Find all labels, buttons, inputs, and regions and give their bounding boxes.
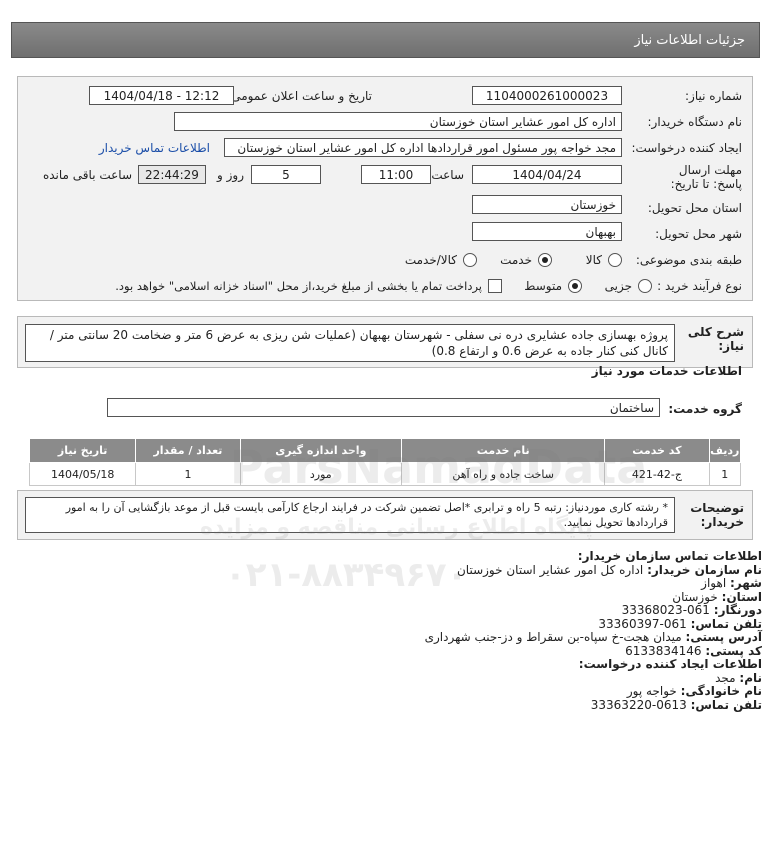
city-label: شهر محل تحویل: [655,227,742,241]
buyer-label: نام دستگاه خریدار: [647,115,743,129]
process-option-medium: متوسط [524,279,562,293]
contact-title: اطلاعات تماس سازمان خریدار: [577,549,762,563]
deadline-time-field: 11:00 [361,165,431,184]
creator-label: ایجاد کننده درخواست: [631,141,742,155]
services-table-header: ردیف کد خدمت نام خدمت واحد اندازه گیری ت… [28,438,742,463]
creator-family-label: نام خانوادگی: [680,684,762,698]
deadline-date-field: 1404/04/24 [472,165,622,184]
cell-date: 1404/05/18 [28,462,137,486]
service-group-field: ساختمان [107,398,660,417]
cell-quantity: 1 [135,462,241,486]
cell-code: ج-42-421 [604,462,710,486]
deadline-label: مهلت ارسال پاسخ: تا تاریخ: [670,163,742,191]
process-radio-medium[interactable] [568,279,582,293]
summary-text: پروژه بهسازی جاده عشایری دره نی سفلی - ش… [25,324,675,362]
buyer-field: اداره کل امور عشایر استان خوزستان [174,112,622,131]
contact-address-value: میدان هجت-خ سپاه-بن سقراط و دز-جنب شهردا… [424,630,682,644]
contact-province-value: خوزستان [672,589,718,604]
contact-city-label: شهر: [730,576,762,590]
col-date: تاریخ نیاز [28,438,137,463]
buyer-notes-label: توضیحات خریدار: [690,501,744,529]
creator-family-value: خواجه پور [626,684,677,698]
category-option-goods: کالا [585,253,602,267]
buyer-contact-info: اطلاعات تماس سازمان خریدار: نام سازمان خ… [12,549,762,712]
process-label: نوع فرآیند خرید : [657,279,742,293]
cell-name: ساخت جاده و راه آهن [401,462,606,486]
contact-org-label: نام سازمان خریدار: [647,562,762,577]
province-field: خوزستان [472,195,622,214]
cell-unit: مورد [239,462,403,486]
need-number-label: شماره نیاز: [685,89,742,103]
buyer-notes-panel: توضیحات خریدار: * رشته کاری موردنیاز: رت… [17,490,753,540]
col-row: ردیف [708,438,742,463]
creator-name-label: نام: [739,670,762,685]
contact-org-value: اداره کل امور عشایر استان خوزستان [456,562,644,577]
category-radio-goods[interactable] [608,253,622,267]
contact-phone-label: تلفن تماس: [690,616,762,631]
col-quantity: تعداد / مقدار [135,438,241,463]
contact-postal-value: 6133834146 [625,643,702,658]
buyer-notes-text: * رشته کاری موردنیاز: رتبه 5 راه و ترابر… [25,497,675,533]
creator-phone-label: تلفن تماس: [690,697,762,712]
category-option-both: کالا/خدمت [404,253,457,267]
creator-phone-value: 0613-33363220 [590,697,687,712]
summary-label: شرح کلی نیاز: [687,325,744,353]
deadline-time-label: ساعت [431,168,464,182]
creator-name-value: مجد [715,670,736,685]
service-group-label: گروه خدمت: [668,402,742,416]
contact-province-label: استان: [721,589,762,604]
page-title: جزئیات اطلاعات نیاز [634,32,745,48]
city-field: بهبهان [472,222,622,241]
table-row: 1 ج-42-421 ساخت جاده و راه آهن مورد 1 14… [28,462,742,486]
contact-city-value: اهواز [701,576,727,590]
need-details-panel: شماره نیاز: 1104000261000023 تاریخ و ساع… [17,76,753,301]
remaining-label: ساعت باقی مانده [42,168,132,182]
need-number-field: 1104000261000023 [472,86,622,105]
treasury-payment-checkbox[interactable] [488,279,502,293]
process-radio-minor[interactable] [638,279,652,293]
need-summary-panel: شرح کلی نیاز: پروژه بهسازی جاده عشایری د… [17,316,753,368]
creator-info-title: اطلاعات ایجاد کننده درخواست: [578,657,762,671]
contact-phone-value: 061-33360397 [598,616,687,631]
col-name: نام خدمت [401,438,606,463]
services-section-title: اطلاعات خدمات مورد نیاز [591,364,742,378]
days-label: روز و [217,168,244,182]
page-title-bar: جزئیات اطلاعات نیاز [11,22,760,58]
category-radio-both[interactable] [463,253,477,267]
category-option-service: خدمت [500,253,532,267]
process-option-minor: جزیی [604,279,632,293]
category-label: طبقه بندی موضوعی: [635,253,742,267]
creator-field: مجد خواجه پور مسئول امور قراردادها اداره… [224,138,622,157]
buyer-contact-link[interactable]: اطلاعات تماس خریدار [99,141,210,155]
cell-row: 1 [708,462,742,486]
treasury-payment-note: پرداخت تمام یا بخشی از مبلغ خرید،از محل … [115,279,482,293]
announce-field: 1404/04/18 - 12:12 [89,86,234,105]
contact-postal-label: کد پستی: [705,643,762,658]
announce-label: تاریخ و ساعت اعلان عمومی: [227,89,372,103]
province-label: استان محل تحویل: [647,201,742,215]
services-table: ردیف کد خدمت نام خدمت واحد اندازه گیری ت… [28,438,742,486]
col-code: کد خدمت [604,438,710,463]
contact-fax-label: دورنگار: [713,603,762,617]
category-radio-service[interactable] [538,253,552,267]
contact-address-label: آدرس پستی: [685,630,762,644]
remaining-time-field: 22:44:29 [138,165,206,184]
contact-fax-value: 061-33368023 [621,603,710,617]
col-unit: واحد اندازه گیری [239,438,403,463]
days-field: 5 [251,165,321,184]
